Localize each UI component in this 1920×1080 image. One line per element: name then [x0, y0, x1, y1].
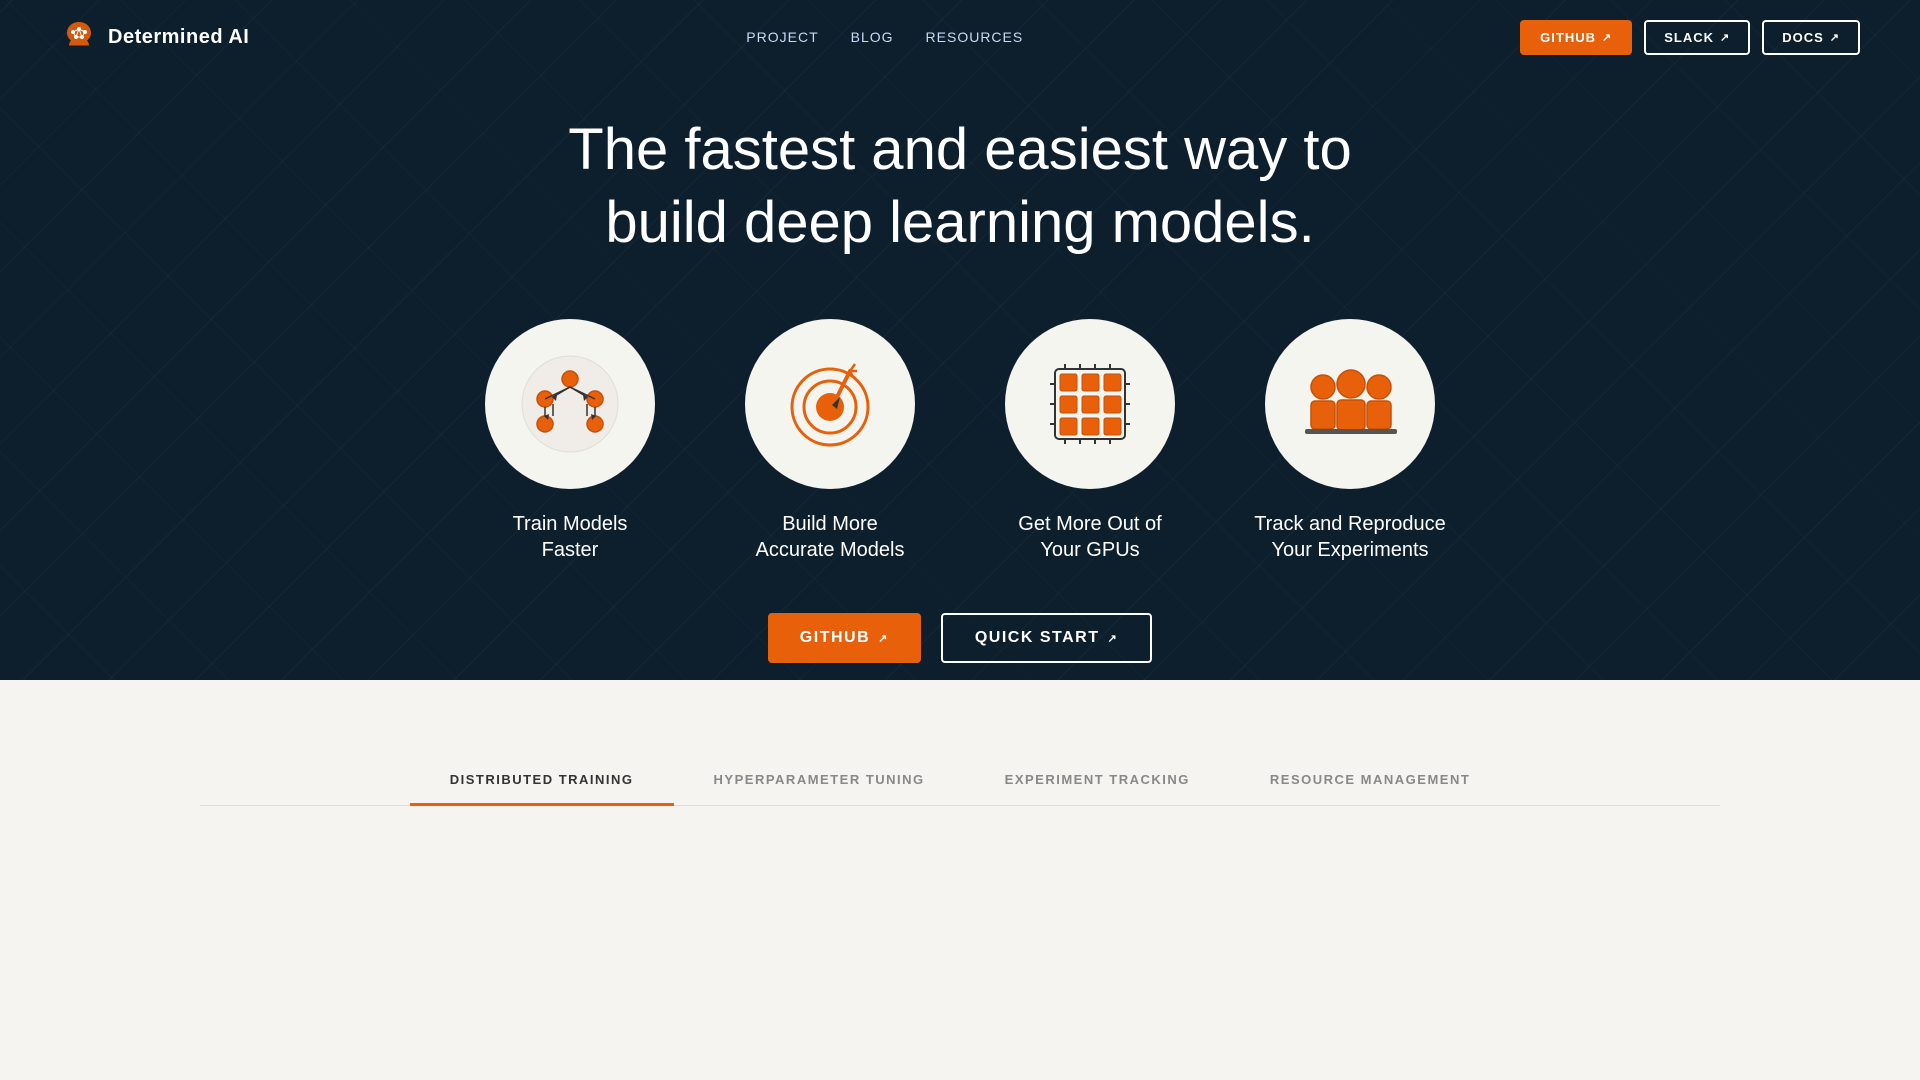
nav-blog[interactable]: BLOG	[851, 29, 894, 45]
feature-accurate-label: Build More Accurate Models	[756, 511, 905, 563]
tabs-section: DISTRIBUTED TRAINING HYPERPARAMETER TUNI…	[0, 680, 1920, 1080]
tab-distributed-training[interactable]: DISTRIBUTED TRAINING	[410, 760, 674, 806]
track-experiments-icon	[1295, 349, 1405, 459]
train-models-icon	[515, 349, 625, 459]
feature-train-label: Train Models Faster	[513, 511, 628, 563]
tab-resource-management[interactable]: RESOURCE MANAGEMENT	[1230, 760, 1510, 806]
logo[interactable]: Determined AI	[60, 18, 249, 56]
feature-cards: Train Models Faster	[0, 319, 1920, 563]
gpu-icon	[1035, 349, 1145, 459]
tab-experiment-tracking[interactable]: EXPERIMENT TRACKING	[965, 760, 1230, 806]
cta-buttons: GITHUB QUICK START	[0, 613, 1920, 663]
nav-project[interactable]: PROJECT	[746, 29, 818, 45]
nav-slack-button[interactable]: SLACK	[1644, 20, 1750, 55]
nav-buttons: GITHUB SLACK DOCS	[1520, 20, 1860, 55]
hero-content: The fastest and easiest way to build dee…	[0, 74, 1920, 663]
logo-icon	[60, 18, 98, 56]
feature-accurate-models: Build More Accurate Models	[730, 319, 930, 563]
brand-name: Determined AI	[108, 26, 249, 49]
feature-gpu-label: Get More Out of Your GPUs	[1018, 511, 1161, 563]
feature-train-models: Train Models Faster	[470, 319, 670, 563]
feature-gpu: Get More Out of Your GPUs	[990, 319, 1190, 563]
nav-docs-button[interactable]: DOCS	[1762, 20, 1860, 55]
hero-title-line1: The fastest and easiest way to	[568, 117, 1351, 182]
nav-links: PROJECT BLOG RESOURCES	[746, 29, 1023, 45]
tab-hyperparameter-tuning[interactable]: HYPERPARAMETER TUNING	[674, 760, 965, 806]
navbar: Determined AI PROJECT BLOG RESOURCES GIT…	[0, 0, 1920, 74]
cta-github-button[interactable]: GITHUB	[768, 613, 921, 663]
feature-accurate-circle	[745, 319, 915, 489]
feature-track-circle	[1265, 319, 1435, 489]
nav-resources[interactable]: RESOURCES	[926, 29, 1024, 45]
feature-track: Track and Reproduce Your Experiments	[1250, 319, 1450, 563]
feature-track-label: Track and Reproduce Your Experiments	[1254, 511, 1446, 563]
hero-title-line2: build deep learning models.	[605, 190, 1314, 255]
accurate-models-icon	[775, 349, 885, 459]
feature-gpu-circle	[1005, 319, 1175, 489]
feature-train-circle	[485, 319, 655, 489]
tabs-bar: DISTRIBUTED TRAINING HYPERPARAMETER TUNI…	[200, 680, 1720, 806]
hero-title: The fastest and easiest way to build dee…	[510, 114, 1410, 259]
nav-github-button[interactable]: GITHUB	[1520, 20, 1632, 55]
cta-quickstart-button[interactable]: QUICK START	[941, 613, 1152, 663]
hero-section: Determined AI PROJECT BLOG RESOURCES GIT…	[0, 0, 1920, 680]
